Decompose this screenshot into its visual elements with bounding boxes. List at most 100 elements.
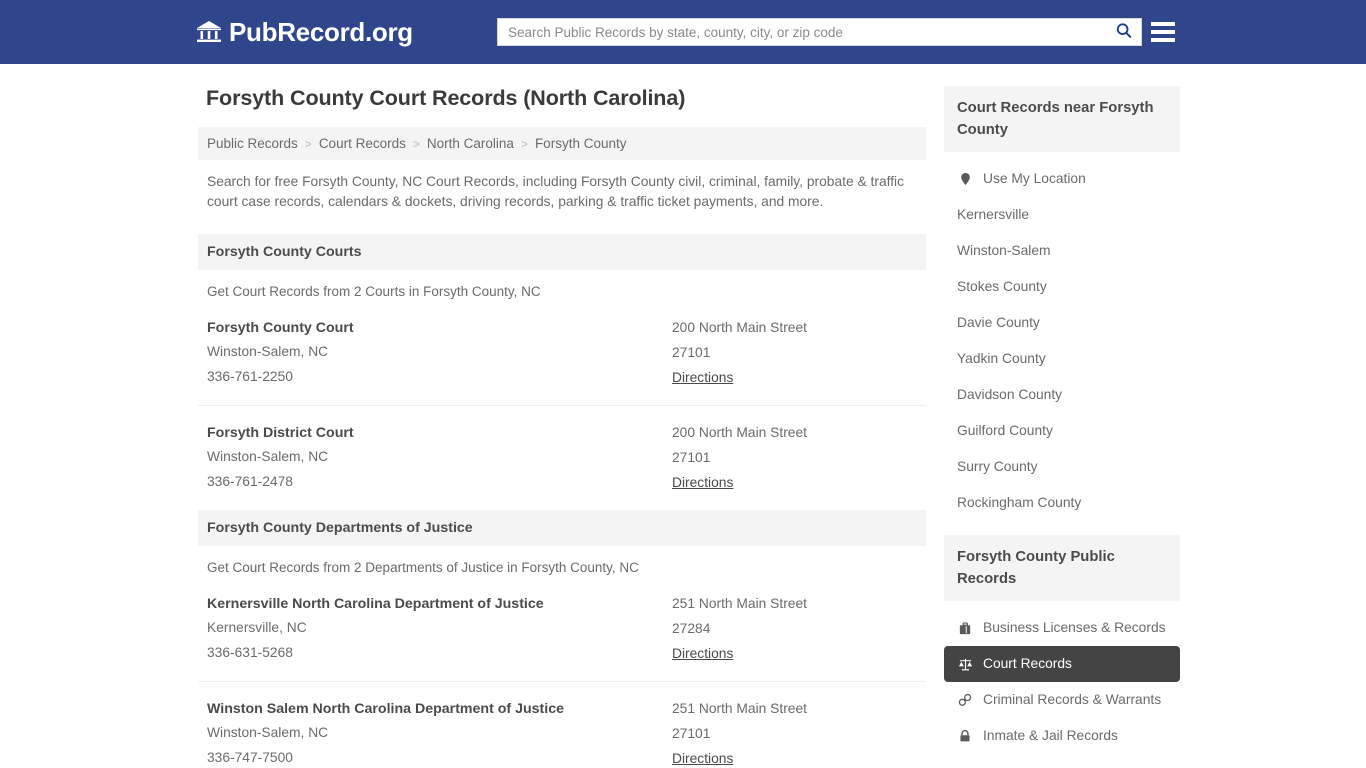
- hamburger-menu-icon-bar2: [1151, 30, 1175, 34]
- panel-court-records-nearby: Court Records near Forsyth County Use My…: [944, 86, 1180, 521]
- section-forsyth-county-courts: Forsyth County Courts Get Court Records …: [198, 234, 926, 510]
- entry-name-link[interactable]: Forsyth District Court: [207, 425, 354, 441]
- search-bar[interactable]: [497, 18, 1142, 46]
- sidebar-item-yadkin-county[interactable]: Yadkin County: [944, 341, 1180, 377]
- sidebar-item-winston-salem[interactable]: Winston-Salem: [944, 233, 1180, 269]
- entry-street: 251 North Main Street: [672, 596, 807, 611]
- hamburger-menu-icon: [1151, 22, 1175, 26]
- panel-heading: Court Records near Forsyth County: [944, 86, 1180, 152]
- breadcrumb-item-public-records[interactable]: Public Records: [207, 136, 298, 151]
- sidebar-item-business-licenses-records[interactable]: Business Licenses & Records: [944, 610, 1180, 646]
- table-row: Winston Salem North Carolina Department …: [198, 700, 926, 768]
- entry-zip: 27284: [672, 621, 711, 636]
- map-pin-icon: [957, 171, 973, 187]
- sidebar-item-criminal-records-warrants[interactable]: Criminal Records & Warrants: [944, 682, 1180, 718]
- sidebar-item-label: Davidson County: [957, 387, 1063, 402]
- sidebar-item-kernersville[interactable]: Kernersville: [944, 197, 1180, 233]
- lock-icon: [957, 728, 973, 744]
- search-icon: [1115, 22, 1133, 43]
- entry-phone: 336-761-2478: [207, 474, 293, 489]
- section-heading: Forsyth County Departments of Justice: [198, 510, 926, 546]
- breadcrumb-item-court-records[interactable]: Court Records: [319, 136, 406, 151]
- table-row: Kernersville North Carolina Department o…: [198, 595, 926, 682]
- sidebar: Court Records near Forsyth County Use My…: [944, 86, 1180, 768]
- page-body: Forsyth County Court Records (North Caro…: [0, 64, 1366, 768]
- nearby-list: Use My Location Kernersville Winston-Sal…: [944, 152, 1180, 521]
- entry-phone: 336-761-2250: [207, 369, 293, 384]
- entry-primary-info: Forsyth County Court Winston-Salem, NC 3…: [207, 319, 672, 387]
- table-row: Forsyth County Court Winston-Salem, NC 3…: [198, 319, 926, 406]
- briefcase-icon: [957, 620, 973, 636]
- entry-zip: 27101: [672, 726, 711, 741]
- sidebar-item-use-my-location[interactable]: Use My Location: [944, 161, 1180, 197]
- directions-link[interactable]: Directions: [672, 646, 733, 661]
- entry-primary-info: Forsyth District Court Winston-Salem, NC…: [207, 424, 672, 492]
- panel-heading: Forsyth County Public Records: [944, 535, 1180, 601]
- sidebar-item-label: Davie County: [957, 315, 1040, 330]
- sidebar-item-guilford-county[interactable]: Guilford County: [944, 413, 1180, 449]
- page-title: Forsyth County Court Records (North Caro…: [206, 86, 686, 110]
- entry-city-state: Winston-Salem, NC: [207, 344, 329, 359]
- sidebar-item-stokes-county[interactable]: Stokes County: [944, 269, 1180, 305]
- handcuffs-icon: [957, 692, 973, 708]
- entry-phone: 336-631-5268: [207, 645, 293, 660]
- sidebar-item-davidson-county[interactable]: Davidson County: [944, 377, 1180, 413]
- entry-name-link[interactable]: Forsyth County Court: [207, 320, 354, 336]
- public-records-list: Business Licenses & Records Court Record…: [944, 601, 1180, 754]
- sidebar-item-label: Criminal Records & Warrants: [983, 692, 1162, 707]
- table-row: Forsyth District Court Winston-Salem, NC…: [198, 424, 926, 510]
- entry-phone: 336-747-7500: [207, 750, 293, 765]
- sidebar-item-rockingham-county[interactable]: Rockingham County: [944, 485, 1180, 521]
- breadcrumb-separator: >: [520, 136, 528, 151]
- panel-forsyth-county-public-records: Forsyth County Public Records Business L…: [944, 535, 1180, 754]
- sidebar-item-label: Court Records: [983, 656, 1072, 671]
- search-button[interactable]: [1107, 19, 1141, 45]
- entry-zip: 27101: [672, 450, 711, 465]
- sidebar-item-label: Rockingham County: [957, 495, 1082, 510]
- entry-name-link[interactable]: Winston Salem North Carolina Department …: [207, 701, 564, 717]
- sidebar-item-label: Inmate & Jail Records: [983, 728, 1118, 743]
- hamburger-menu-icon-bar3: [1151, 38, 1175, 42]
- sidebar-item-surry-county[interactable]: Surry County: [944, 449, 1180, 485]
- scales-of-justice-icon: [957, 656, 973, 672]
- entry-name-link[interactable]: Kernersville North Carolina Department o…: [207, 596, 544, 612]
- logo-text: PubRecord.org: [229, 16, 413, 47]
- section-forsyth-county-departments-of-justice: Forsyth County Departments of Justice Ge…: [198, 510, 926, 768]
- sidebar-item-label: Winston-Salem: [957, 243, 1051, 258]
- section-subheading: Get Court Records from 2 Departments of …: [207, 560, 639, 575]
- sidebar-item-inmate-jail-records[interactable]: Inmate & Jail Records: [944, 718, 1180, 754]
- sidebar-item-court-records[interactable]: Court Records: [944, 646, 1180, 682]
- hamburger-menu-button[interactable]: [1151, 18, 1175, 46]
- directions-link[interactable]: Directions: [672, 370, 733, 385]
- breadcrumb-separator: >: [412, 136, 420, 151]
- entry-address-info: 251 North Main Street 27101 Directions: [672, 700, 917, 768]
- sidebar-item-davie-county[interactable]: Davie County: [944, 305, 1180, 341]
- entry-address-info: 251 North Main Street 27284 Directions: [672, 595, 917, 663]
- entry-street: 200 North Main Street: [672, 320, 807, 335]
- entry-city-state: Winston-Salem, NC: [207, 725, 329, 740]
- sidebar-item-label: Use My Location: [983, 171, 1086, 186]
- section-subheading: Get Court Records from 2 Courts in Forsy…: [207, 284, 541, 299]
- sidebar-item-label: Kernersville: [957, 207, 1030, 222]
- entry-city-state: Kernersville, NC: [207, 620, 307, 635]
- site-logo[interactable]: PubRecord.org: [196, 17, 413, 48]
- bank-icon: [196, 19, 222, 45]
- sidebar-item-label: Yadkin County: [957, 351, 1046, 366]
- site-header: PubRecord.org: [0, 0, 1366, 64]
- directions-link[interactable]: Directions: [672, 475, 733, 490]
- directions-link[interactable]: Directions: [672, 751, 733, 766]
- breadcrumb-item-north-carolina[interactable]: North Carolina: [427, 136, 514, 151]
- breadcrumb: Public Records > Court Records > North C…: [198, 127, 926, 160]
- entry-address-info: 200 North Main Street 27101 Directions: [672, 424, 917, 492]
- entry-address-info: 200 North Main Street 27101 Directions: [672, 319, 917, 387]
- sidebar-item-label: Guilford County: [957, 423, 1053, 438]
- sidebar-item-label: Business Licenses & Records: [983, 620, 1166, 635]
- search-input[interactable]: [498, 19, 1107, 45]
- entry-primary-info: Kernersville North Carolina Department o…: [207, 595, 672, 663]
- entry-zip: 27101: [672, 345, 711, 360]
- entry-street: 251 North Main Street: [672, 701, 807, 716]
- sidebar-item-label: Surry County: [957, 459, 1038, 474]
- breadcrumb-separator: >: [304, 136, 312, 151]
- page-intro-text: Search for free Forsyth County, NC Court…: [207, 174, 904, 209]
- breadcrumb-item-forsyth-county[interactable]: Forsyth County: [535, 136, 627, 151]
